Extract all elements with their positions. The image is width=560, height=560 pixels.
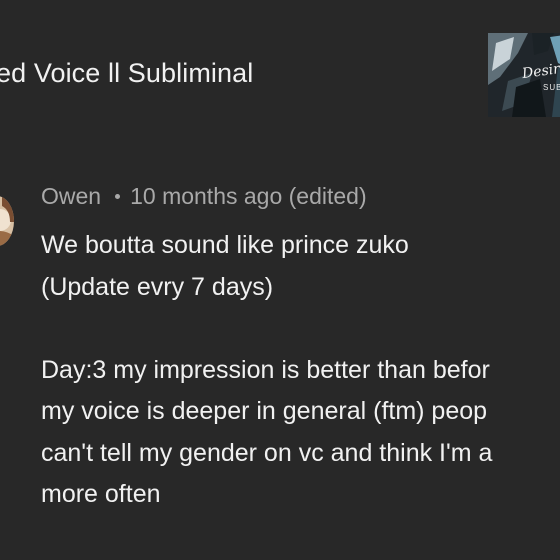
comment-line: can't tell my gender on vc and think I'm… [41, 438, 493, 467]
avatar-image [0, 196, 14, 246]
comment: Owen 10 months ago (edited) We boutta so… [41, 180, 560, 516]
comment-text: We boutta sound like prince zuko (Update… [41, 225, 560, 516]
separator-dot-icon [115, 193, 121, 199]
video-title[interactable]: ed Voice ll Subliminal [0, 58, 253, 89]
comment-author[interactable]: Owen [41, 183, 101, 210]
comment-line: (Update evry 7 days) [41, 272, 274, 301]
comment-line: Day:3 my impression is better than befor [41, 355, 490, 384]
commenter-avatar[interactable] [0, 196, 14, 246]
comment-line: my voice is deeper in general (ftm) peop [41, 397, 488, 425]
thumbnail-subtitle-text: SUBL [543, 83, 560, 92]
comment-line: more often [41, 480, 161, 508]
comment-line: We boutta sound like prince zuko [41, 231, 409, 259]
video-header[interactable]: ed Voice ll Subliminal Desire SUBL [0, 0, 560, 140]
comment-meta: Owen 10 months ago (edited) [41, 180, 560, 212]
comment-detail-screen: ed Voice ll Subliminal Desire SUBL [0, 0, 560, 560]
comment-timestamp: 10 months ago (edited) [130, 182, 367, 209]
video-thumbnail[interactable]: Desire SUBL [488, 33, 560, 117]
